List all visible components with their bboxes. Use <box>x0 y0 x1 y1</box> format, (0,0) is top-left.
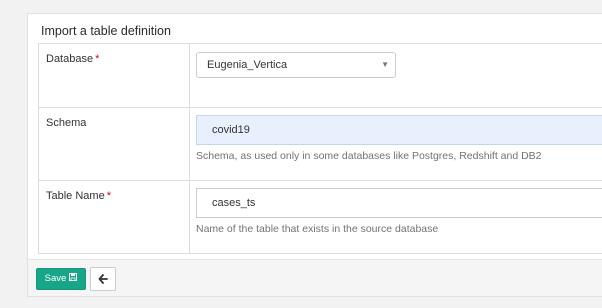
save-button-label: Save <box>44 273 67 284</box>
schema-label-cell: Schema <box>38 107 190 181</box>
panel-title: Import a table definition <box>41 24 171 38</box>
database-row: Database * Eugenia_Vertica ▼ <box>38 43 602 108</box>
form-footer: Save <box>27 259 602 297</box>
database-select[interactable]: Eugenia_Vertica ▼ <box>196 52 396 78</box>
page: Import a table definition Database * Euge… <box>0 0 602 308</box>
arrow-left-icon <box>98 274 108 284</box>
form-table: Database * Eugenia_Vertica ▼ Schema covid… <box>38 43 602 254</box>
caret-down-icon: ▼ <box>381 60 389 69</box>
table-name-input[interactable]: cases_ts <box>196 188 602 218</box>
table-name-label: Table Name <box>46 190 105 202</box>
database-label-cell: Database * <box>38 43 190 108</box>
schema-help-text: Schema, as used only in some databases l… <box>196 150 542 162</box>
table-name-value-cell: cases_ts Name of the table that exists i… <box>189 180 602 254</box>
table-name-label-cell: Table Name * <box>38 180 190 254</box>
required-marker: * <box>106 190 111 202</box>
schema-value-cell: covid19 Schema, as used only in some dat… <box>189 107 602 181</box>
schema-row: Schema covid19 Schema, as used only in s… <box>38 107 602 181</box>
back-button[interactable] <box>90 267 116 291</box>
table-name-row: Table Name * cases_ts Name of the table t… <box>38 180 602 254</box>
database-label: Database <box>46 53 94 65</box>
database-select-value: Eugenia_Vertica <box>207 59 288 71</box>
table-name-help-text: Name of the table that exists in the sou… <box>196 223 439 235</box>
schema-input[interactable]: covid19 <box>196 115 602 145</box>
database-value-cell: Eugenia_Vertica ▼ <box>189 43 602 108</box>
required-marker: * <box>95 53 100 65</box>
import-table-panel: Import a table definition Database * Euge… <box>27 13 602 260</box>
schema-label: Schema <box>46 117 87 129</box>
save-button[interactable]: Save <box>36 268 86 290</box>
floppy-disk-icon <box>69 269 78 289</box>
